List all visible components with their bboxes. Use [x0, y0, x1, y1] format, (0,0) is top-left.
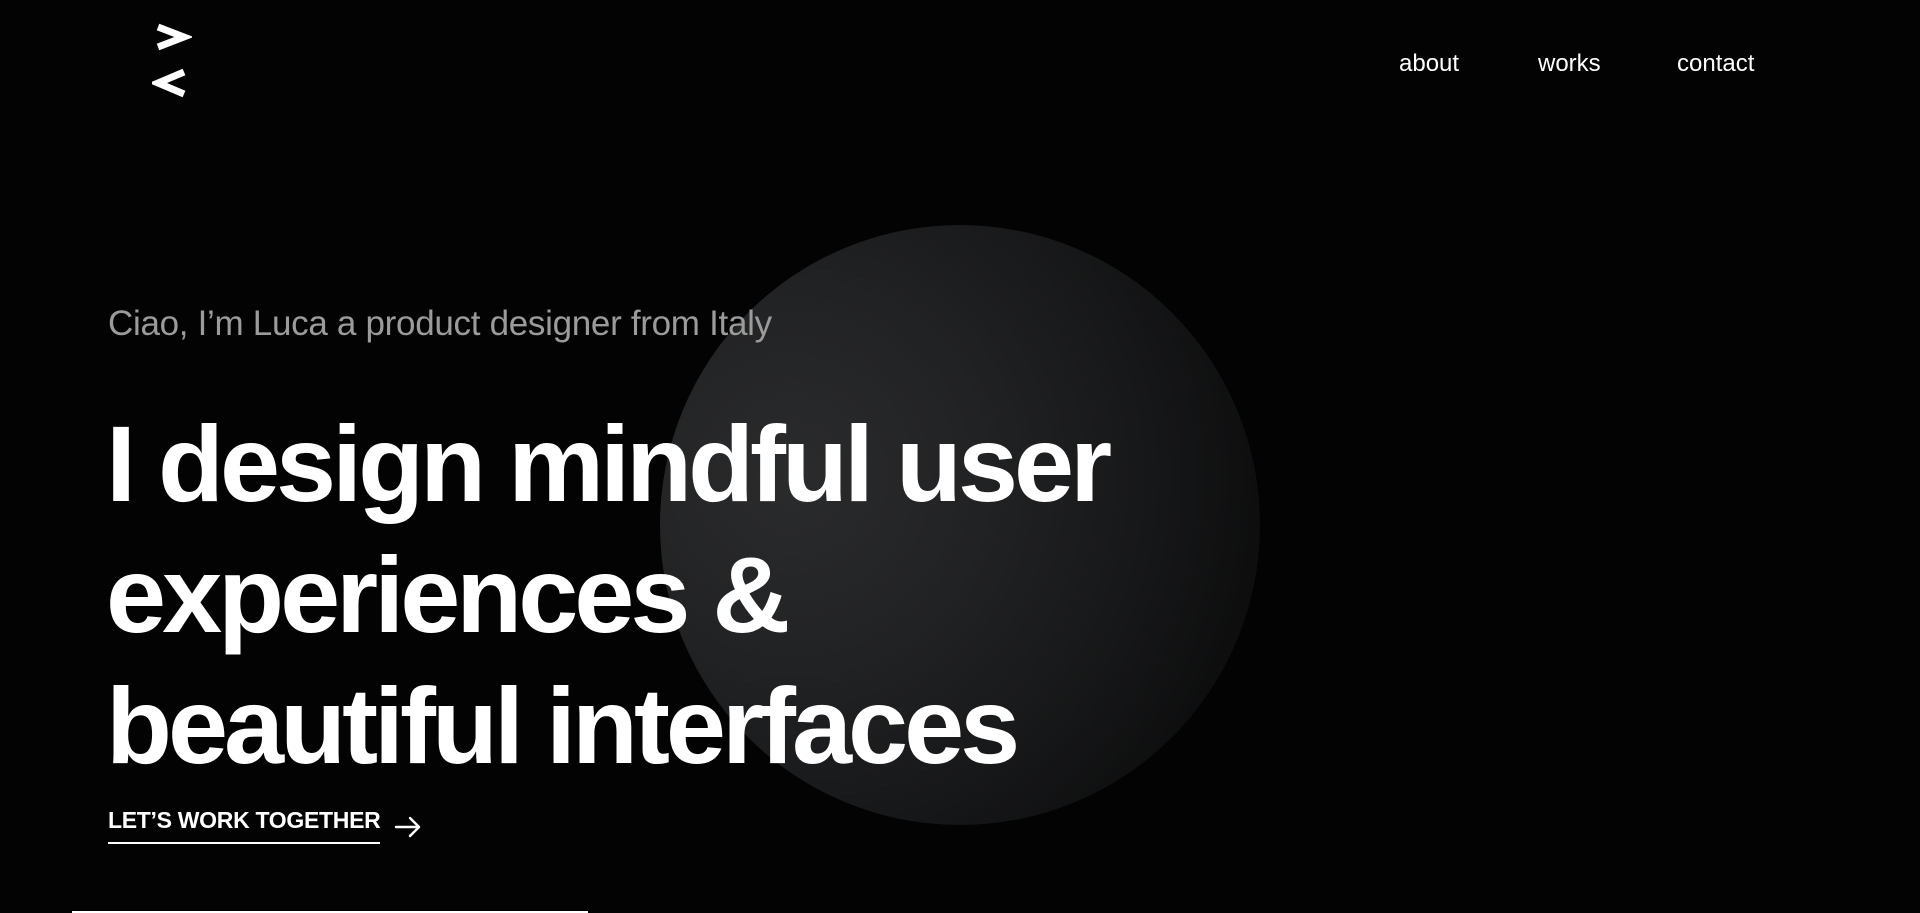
cta-label: LET’S WORK TOGETHER — [108, 806, 381, 844]
arrow-right-icon — [395, 816, 421, 838]
work-together-link[interactable]: LET’S WORK TOGETHER — [108, 806, 422, 844]
nav-link-about[interactable]: about — [1399, 48, 1459, 80]
logo-chevron-icon[interactable] — [149, 22, 194, 100]
headline-line-3: beautiful interfaces — [106, 665, 1020, 786]
page: about works contact Ciao, I’m Luca a pro… — [0, 0, 1920, 913]
headline-line-1: I design mindful user — [106, 403, 1112, 524]
headline-line-2: experiences & — [106, 534, 790, 655]
intro-text: Ciao, I’m Luca a product designer from I… — [108, 304, 772, 343]
nav-link-works[interactable]: works — [1538, 48, 1601, 80]
hero-headline: I design mindful user experiences & beau… — [106, 398, 1306, 791]
nav-link-contact[interactable]: contact — [1677, 48, 1754, 80]
